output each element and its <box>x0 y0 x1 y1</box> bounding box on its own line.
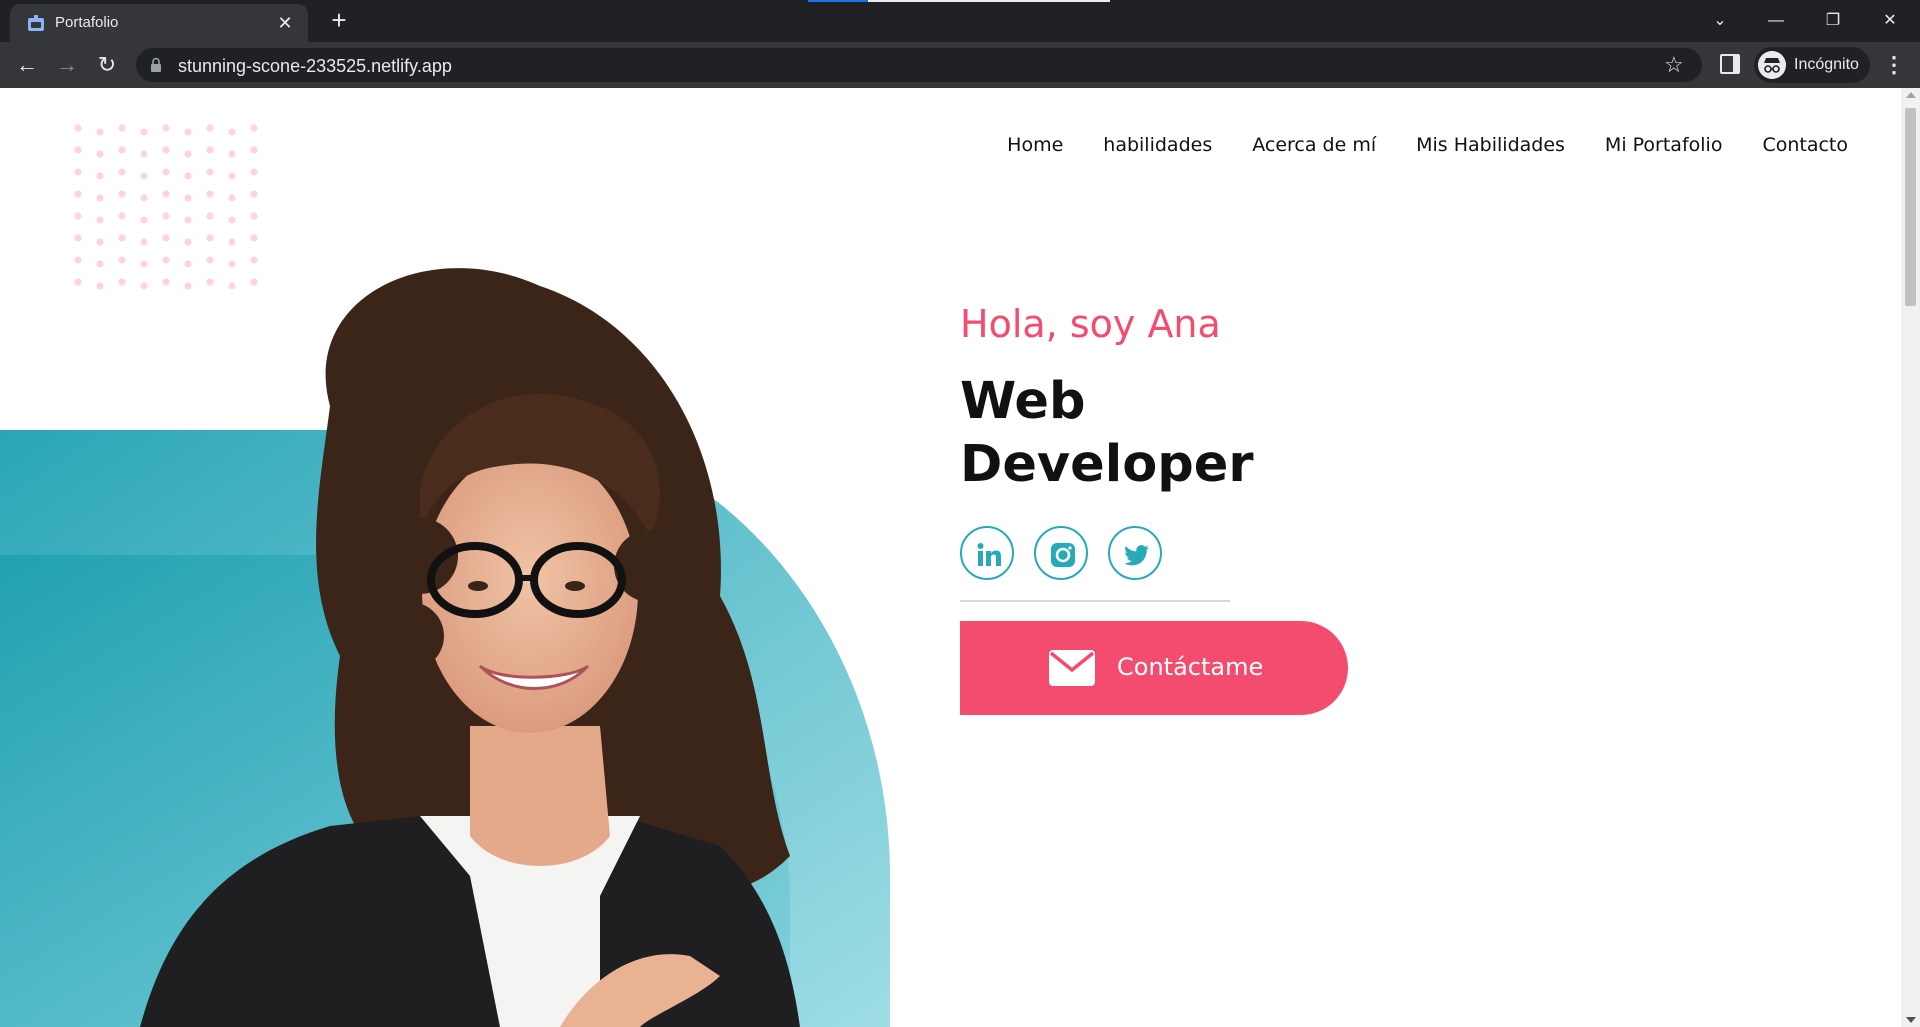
incognito-label: Incógnito <box>1794 56 1859 73</box>
page-scrollbar[interactable] <box>1901 88 1920 1027</box>
tab-loading-indicator <box>808 0 1110 2</box>
minimize-icon[interactable]: — <box>1756 6 1796 36</box>
address-bar[interactable]: stunning-scone-233525.netlify.app ☆ <box>136 48 1702 82</box>
forward-icon[interactable]: → <box>52 50 82 80</box>
mail-icon <box>1049 650 1095 686</box>
url-text: stunning-scone-233525.netlify.app <box>178 56 452 76</box>
back-icon[interactable]: ← <box>12 50 42 80</box>
social-links <box>960 526 1162 580</box>
hero-greeting: Hola, soy Ana <box>960 302 1221 346</box>
close-window-icon[interactable]: ✕ <box>1870 6 1910 36</box>
scroll-up-icon[interactable] <box>1906 92 1916 98</box>
scroll-down-icon[interactable] <box>1906 1017 1916 1023</box>
close-tab-icon[interactable]: ✕ <box>274 12 296 34</box>
lock-icon <box>151 57 161 72</box>
nav-habilidades[interactable]: habilidades <box>1103 134 1212 156</box>
hero-portrait-image <box>0 268 890 1027</box>
role-line-1: Web <box>960 372 1086 431</box>
nav-mis-habilidades[interactable]: Mis Habilidades <box>1416 134 1565 156</box>
tab-search-icon[interactable]: ⌄ <box>1700 6 1740 36</box>
scrollbar-thumb[interactable] <box>1905 108 1916 306</box>
twitter-icon <box>1124 545 1149 566</box>
linkedin-link[interactable] <box>960 526 1014 580</box>
site-navigation: Home habilidades Acerca de mí Mis Habili… <box>1007 134 1848 156</box>
contact-button-label: Contáctame <box>1117 653 1264 681</box>
browser-tab-strip: Portafolio ✕ + ⌄ — ❐ ✕ <box>0 0 1920 42</box>
restore-icon[interactable]: ❐ <box>1813 6 1853 36</box>
twitter-link[interactable] <box>1108 526 1162 580</box>
side-panel-icon[interactable] <box>1720 54 1740 74</box>
linkedin-icon <box>977 543 1001 566</box>
hero-role-title: Web Developer <box>960 370 1254 496</box>
nav-acerca[interactable]: Acerca de mí <box>1252 134 1376 156</box>
browser-tab[interactable]: Portafolio ✕ <box>10 4 308 42</box>
nav-home[interactable]: Home <box>1007 134 1063 156</box>
browser-menu-icon[interactable]: ⋮ <box>1882 50 1906 80</box>
contact-me-button[interactable]: Contáctame <box>960 621 1348 715</box>
role-line-2: Developer <box>960 435 1254 494</box>
new-tab-icon[interactable]: + <box>326 7 352 34</box>
incognito-indicator[interactable]: Incógnito <box>1754 47 1870 83</box>
incognito-icon <box>1758 51 1786 79</box>
instagram-link[interactable] <box>1034 526 1088 580</box>
page-viewport: Home habilidades Acerca de mí Mis Habili… <box>0 88 1920 1027</box>
tab-title: Portafolio <box>55 14 119 31</box>
reload-icon[interactable]: ↻ <box>92 50 122 80</box>
browser-toolbar: ← → ↻ stunning-scone-233525.netlify.app … <box>0 42 1920 88</box>
instagram-icon <box>1051 543 1075 567</box>
nav-portafolio[interactable]: Mi Portafolio <box>1605 134 1723 156</box>
favicon-icon <box>28 15 44 31</box>
hero-divider <box>960 600 1230 602</box>
bookmark-star-icon[interactable]: ☆ <box>1664 53 1688 77</box>
nav-contacto[interactable]: Contacto <box>1762 134 1848 156</box>
